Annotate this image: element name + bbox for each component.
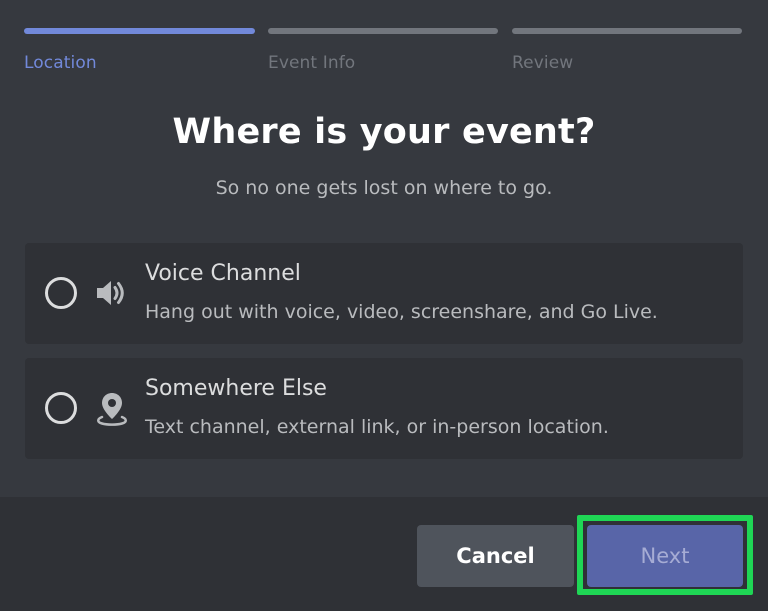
step-progress-bar	[268, 28, 498, 34]
step-label: Event Info	[268, 53, 356, 73]
option-somewhere-else[interactable]: Somewhere Else Text channel, external li…	[25, 358, 743, 459]
speaker-icon	[97, 281, 124, 305]
location-pin-icon	[97, 393, 127, 426]
create-event-modal: Location Event Info Review Where is your…	[0, 0, 768, 611]
option-title: Voice Channel	[145, 261, 301, 286]
next-button[interactable]: Next	[587, 525, 743, 587]
step-label: Location	[24, 53, 97, 73]
radio-button[interactable]	[45, 392, 77, 424]
step-review[interactable]: Review	[512, 28, 742, 73]
step-event-info[interactable]: Event Info	[268, 28, 498, 73]
cancel-button[interactable]: Cancel	[417, 525, 574, 587]
option-description: Text channel, external link, or in-perso…	[145, 416, 609, 438]
step-label: Review	[512, 53, 574, 73]
step-progress-bar	[512, 28, 742, 34]
option-voice-channel[interactable]: Voice Channel Hang out with voice, video…	[25, 243, 743, 344]
step-location[interactable]: Location	[24, 28, 255, 73]
modal-footer: Cancel Next	[0, 497, 768, 611]
page-title: Where is your event?	[172, 112, 596, 152]
radio-button[interactable]	[45, 277, 77, 309]
option-title: Somewhere Else	[145, 376, 327, 401]
page-subtitle: So no one gets lost on where to go.	[215, 177, 553, 199]
step-progress-bar	[24, 28, 255, 34]
option-description: Hang out with voice, video, screenshare,…	[145, 301, 658, 323]
